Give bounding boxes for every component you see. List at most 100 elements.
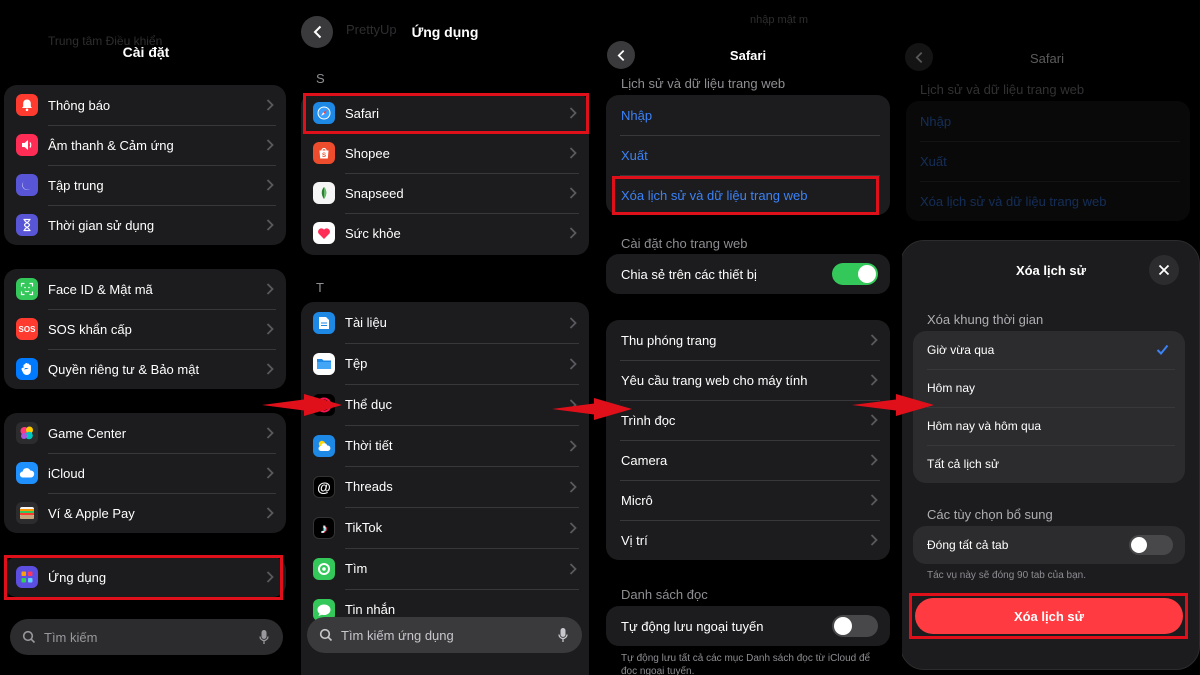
page-title: Safari	[1030, 51, 1064, 66]
app-item-label: Threads	[345, 479, 393, 494]
option-today-yesterday[interactable]: Hôm nay và hôm qua	[913, 407, 1185, 445]
clear-history-panel: Safari Lịch sử và dữ liệu trang web Nhập…	[902, 0, 1200, 675]
chevron-right-icon	[569, 521, 577, 534]
option-label: Tất cả lịch sử	[927, 457, 1000, 471]
search-bar[interactable]: Tìm kiếm ứng dụng	[307, 617, 582, 653]
step-arrow-icon	[262, 394, 342, 416]
checkmark-icon	[1156, 344, 1169, 355]
settings-item-notifications[interactable]: Thông báo	[4, 85, 286, 125]
app-item-documents[interactable]: Tài liệu	[301, 302, 589, 343]
chevron-right-icon	[870, 334, 878, 346]
app-item-label: Shopee	[345, 145, 390, 161]
shopee-icon: S	[313, 142, 335, 164]
close-tabs-label: Đóng tất cả tab	[927, 538, 1009, 552]
app-item-fitness[interactable]: Thể dục	[301, 384, 589, 425]
option-last-hour[interactable]: Giờ vừa qua	[913, 331, 1185, 369]
web-item-label: Camera	[621, 452, 668, 468]
page-title: Cài đặt	[122, 44, 170, 60]
import-button[interactable]: Nhập	[906, 101, 1190, 141]
timeframe-group: Giờ vừa qua Hôm nay Hôm nay và hôm qua T…	[913, 331, 1185, 483]
export-label: Xuất	[920, 153, 947, 169]
option-all-history[interactable]: Tất cả lịch sử	[913, 445, 1185, 483]
microphone-icon[interactable]	[558, 627, 568, 643]
close-button[interactable]	[1149, 255, 1179, 285]
settings-group-3: Game Center iCloud Ví & Apple Pay	[4, 413, 286, 533]
settings-item-faceid[interactable]: Face ID & Mật mã	[4, 269, 286, 309]
auto-save-offline-row: Tự động lưu ngoại tuyến	[606, 606, 890, 646]
app-item-threads[interactable]: @ Threads	[301, 466, 589, 507]
microphone-item[interactable]: Micrô	[606, 480, 890, 520]
app-item-tiktok[interactable]: ♪ TikTok	[301, 507, 589, 548]
close-icon	[1158, 264, 1170, 276]
hand-icon	[16, 358, 38, 380]
app-item-snapseed[interactable]: Snapseed	[301, 173, 589, 213]
close-tabs-note: Tác vụ này sẽ đóng 90 tab của bạn.	[927, 570, 1086, 581]
chevron-right-icon	[870, 534, 878, 546]
app-item-find-my[interactable]: Tìm	[301, 548, 589, 589]
chevron-right-icon	[569, 439, 577, 452]
search-icon	[22, 630, 36, 644]
clear-history-button[interactable]: Xóa lịch sử và dữ liệu trang web	[906, 181, 1190, 221]
faceid-icon	[16, 278, 38, 300]
camera-item[interactable]: Camera	[606, 440, 890, 480]
chevron-right-icon	[569, 227, 577, 239]
toggle-knob	[1131, 537, 1147, 553]
settings-panel: Trung tâm Điều khiển Cài đặt Thông báo Â…	[0, 0, 292, 675]
web-item-label: Vị trí	[621, 532, 648, 548]
settings-item-privacy[interactable]: Quyền riêng tư & Bảo mật	[4, 349, 286, 389]
settings-item-label: Âm thanh & Cảm ứng	[48, 137, 174, 153]
export-label: Xuất	[621, 147, 648, 163]
section-header: Cài đặt cho trang web	[621, 236, 748, 251]
settings-item-focus[interactable]: Tập trung	[4, 165, 286, 205]
close-all-tabs-row: Đóng tất cả tab	[913, 526, 1185, 564]
settings-item-label: Thời gian sử dụng	[48, 217, 155, 233]
export-button[interactable]: Xuất	[606, 135, 890, 175]
settings-item-game-center[interactable]: Game Center	[4, 413, 286, 453]
settings-item-wallet[interactable]: Ví & Apple Pay	[4, 493, 286, 533]
app-item-weather[interactable]: Thời tiết	[301, 425, 589, 466]
export-button[interactable]: Xuất	[906, 141, 1190, 181]
settings-item-sounds[interactable]: Âm thanh & Cảm ứng	[4, 125, 286, 165]
location-item[interactable]: Vị trí	[606, 520, 890, 560]
highlight-box	[909, 593, 1188, 639]
reading-group: Tự động lưu ngoại tuyến	[606, 606, 890, 646]
search-bar[interactable]: Tìm kiếm	[10, 619, 283, 655]
option-today[interactable]: Hôm nay	[913, 369, 1185, 407]
page-zoom-item[interactable]: Thu phóng trang	[606, 320, 890, 360]
chevron-right-icon	[266, 363, 274, 375]
chevron-right-icon	[569, 147, 577, 159]
chevron-right-icon	[266, 99, 274, 111]
share-toggle[interactable]	[832, 263, 878, 285]
settings-item-icloud[interactable]: iCloud	[4, 453, 286, 493]
app-item-files[interactable]: Tệp	[301, 343, 589, 384]
app-item-label: Snapseed	[345, 185, 404, 201]
section-header: Danh sách đọc	[621, 587, 708, 602]
sos-icon: SOS	[16, 318, 38, 340]
section-header: Xóa khung thời gian	[927, 312, 1044, 327]
bell-icon	[16, 94, 38, 116]
chevron-right-icon	[266, 179, 274, 191]
settings-item-sos[interactable]: SOS SOS khẩn cấp	[4, 309, 286, 349]
microphone-icon[interactable]	[259, 629, 269, 645]
close-tabs-toggle[interactable]	[1129, 535, 1173, 555]
section-header: Các tùy chọn bổ sung	[927, 507, 1053, 522]
speaker-icon	[16, 134, 38, 156]
import-button[interactable]: Nhập	[606, 95, 890, 135]
app-item-health[interactable]: Sức khỏe	[301, 213, 589, 253]
faded-item: nhập mật m	[750, 14, 809, 26]
chevron-right-icon	[870, 494, 878, 506]
page-title: Ứng dụng	[411, 24, 479, 40]
settings-item-screen-time[interactable]: Thời gian sử dụng	[4, 205, 286, 245]
desktop-site-item[interactable]: Yêu cầu trang web cho máy tính	[606, 360, 890, 400]
history-group: Nhập Xuất Xóa lịch sử và dữ liệu trang w…	[906, 101, 1190, 221]
highlight-box	[4, 555, 283, 600]
chevron-right-icon	[569, 480, 577, 493]
chevron-right-icon	[870, 374, 878, 386]
app-item-shopee[interactable]: S Shopee	[301, 133, 589, 173]
offline-toggle[interactable]	[832, 615, 878, 637]
section-letter: T	[316, 280, 324, 295]
chevron-right-icon	[266, 467, 274, 479]
share-group: Chia sẻ trên các thiết bị	[606, 254, 890, 294]
reader-item[interactable]: Trình đọc	[606, 400, 890, 440]
settings-item-label: iCloud	[48, 465, 85, 481]
